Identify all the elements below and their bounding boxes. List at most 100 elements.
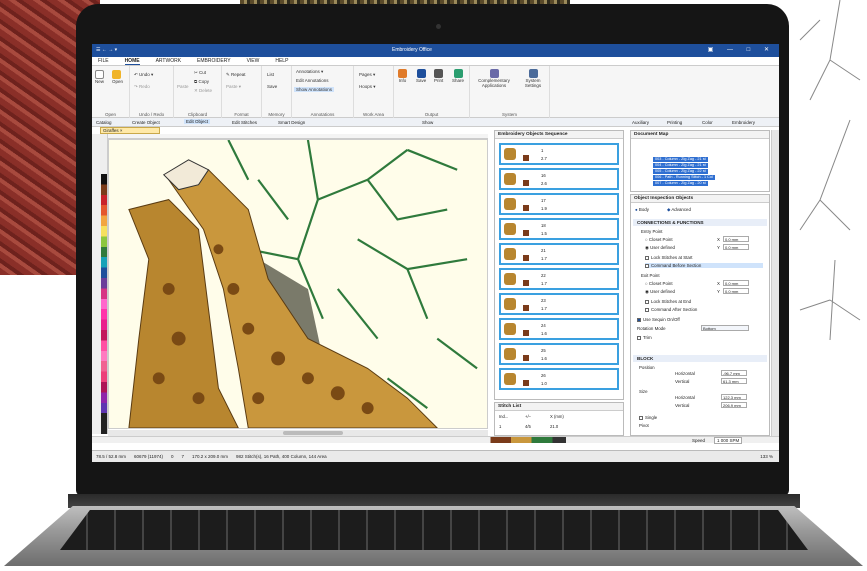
trim-checkbox[interactable]: Trim (637, 335, 652, 340)
printing-button[interactable]: Printing (667, 120, 682, 125)
exit-x-field[interactable]: 0.0 mm (723, 280, 749, 286)
system-settings-button[interactable]: System Settings (520, 69, 546, 88)
sequence-item[interactable]: 21 1.7 (499, 243, 619, 265)
sequence-item[interactable]: 26 1.0 (499, 368, 619, 390)
share-button[interactable]: Share (452, 69, 464, 83)
single-checkbox[interactable]: Single (639, 415, 657, 420)
lock-start-checkbox[interactable]: Lock Stitches at Start (645, 255, 693, 260)
map-item[interactable]: 007 - Column - Zig Zag - 20 st (653, 181, 708, 186)
show-annotations-button[interactable]: Show Annotations (294, 87, 335, 92)
sequence-item[interactable]: 22 1.7 (499, 268, 619, 290)
paste-button[interactable]: Paste (177, 84, 189, 89)
map-item[interactable]: 004 - Column - Zig Zag - 21 st (653, 163, 708, 168)
map-item[interactable]: 005 - Column - Zig Zag - 22 st (653, 169, 708, 174)
stitch-cell-sign[interactable]: 4/5 (525, 424, 531, 429)
tab-home[interactable]: HOME (124, 58, 140, 65)
design-canvas[interactable] (108, 139, 488, 429)
quick-access-toolbar[interactable]: ☰ ← → ▾ (96, 47, 117, 53)
gear-icon (528, 69, 538, 78)
exit-closet-radio[interactable]: ○ Closet Point (645, 281, 673, 286)
rotation-mode-select[interactable]: Bottom (701, 325, 749, 331)
sequence-item[interactable]: 16 2.6 (499, 168, 619, 190)
show-button[interactable]: Show (422, 120, 433, 125)
map-item[interactable]: 006 - Path - Running Stitch - 1 Col (653, 175, 715, 180)
background-branch-sketch (799, 0, 861, 340)
undo-button[interactable]: ↶ Undo ▾ (134, 72, 153, 78)
tab-view[interactable]: VIEW (247, 58, 260, 64)
ribbon-group-open: New Open Open (92, 66, 130, 118)
advanced-tab-label: Advanced (671, 207, 691, 212)
edit-stitches-button[interactable]: Edit Stitches (232, 120, 257, 125)
open-button[interactable]: Open (112, 70, 123, 84)
lock-end-checkbox[interactable]: Lock Stitches at End (645, 299, 691, 304)
window-controls[interactable]: ▣ — □ ✕ (708, 46, 775, 53)
exit-user-radio[interactable]: ◉ User defined (645, 289, 675, 295)
entry-closet-radio[interactable]: ○ Closet Point (645, 237, 673, 242)
cmd-after-checkbox[interactable]: Command After Section (645, 307, 697, 312)
sequence-item[interactable]: 23 1.7 (499, 293, 619, 315)
entry-x-field[interactable]: 0.0 mm (723, 236, 749, 242)
item-value: 1.9 (541, 206, 547, 211)
sequence-item[interactable]: 17 1.9 (499, 193, 619, 215)
exit-y-field[interactable]: 0.0 mm (723, 288, 749, 294)
embroidery-button[interactable]: Embroidery (732, 120, 755, 125)
stitch-list-panel: Stitch List Ind... +/− X (mm) 1 4/5 21.0 (494, 402, 624, 436)
ribbon-group-format: ✎ Repeat Paste ▾ Format (222, 66, 262, 118)
color-swatch-icon (523, 355, 529, 361)
edit-annotations-button[interactable]: Edit Annotations (296, 78, 329, 83)
sequin-checkbox[interactable]: Use Sequin On/Off (637, 317, 680, 322)
tab-embroidery[interactable]: EMBROIDERY (197, 58, 231, 64)
entry-y-field[interactable]: 0.0 mm (723, 244, 749, 250)
cut-button[interactable]: ✂ Cut (194, 70, 206, 76)
entry-user-radio[interactable]: ◉ User defined (645, 245, 675, 251)
tab-file[interactable]: FILE (98, 58, 109, 64)
size-vertical-field[interactable]: 206.9 mm (721, 402, 747, 408)
section-connections[interactable]: CONNECTIONS & FUNCTIONS (633, 219, 767, 226)
section-block[interactable]: BLOCK (633, 355, 767, 362)
repeat-button[interactable]: ✎ Repeat (226, 72, 246, 78)
annotations-button[interactable]: Annotations ▾ (296, 69, 323, 75)
complementary-apps-button[interactable]: Complementary Applications (474, 69, 514, 88)
speed-select[interactable]: 1 000 SPM (714, 437, 743, 444)
tab-help[interactable]: HELP (275, 58, 288, 64)
delete-button[interactable]: ✕ Delete (194, 88, 212, 94)
list-button[interactable]: List (267, 72, 274, 77)
redo-button[interactable]: ↷ Redo (134, 84, 150, 90)
group-label-memory: Memory (268, 112, 285, 117)
stitch-cell-index[interactable]: 1 (499, 424, 501, 429)
color-button[interactable]: Color (702, 120, 713, 125)
cmd-before-checkbox[interactable]: Command Before Section (645, 263, 763, 268)
thread-palette[interactable] (101, 174, 107, 434)
pos-vertical-field[interactable]: 61.3 mm (721, 378, 747, 384)
side-panel-tabs[interactable] (771, 130, 779, 436)
sequence-item[interactable]: 18 1.5 (499, 218, 619, 240)
zoom-level[interactable]: 133 % (760, 454, 773, 459)
print-button[interactable]: Print (434, 69, 443, 83)
new-button[interactable]: New (95, 70, 104, 84)
smart-design-button[interactable]: Smart Design (278, 120, 305, 125)
sequence-item[interactable]: 25 1.6 (499, 343, 619, 365)
edit-object-button[interactable]: Edit Object (184, 119, 211, 124)
document-tab[interactable]: Giraffes × (100, 127, 160, 134)
paste-format-button[interactable]: Paste ▾ (226, 84, 241, 90)
memory-save-button[interactable]: Save (267, 84, 277, 89)
hoops-button[interactable]: Hoops ▾ (359, 84, 376, 90)
size-horizontal-field[interactable]: 122.3 mm (721, 394, 747, 400)
color-sequence-bar[interactable]: Speed 1 000 SPM (92, 436, 779, 444)
inspector-tab-advanced[interactable]: ◆ Advanced (667, 207, 691, 213)
map-item[interactable]: 003 - Column - Zig Zag - 21 st (653, 157, 708, 162)
copy-button[interactable]: ⧉ Copy (194, 79, 209, 84)
sequence-item[interactable]: 24 1.6 (499, 318, 619, 340)
stitch-cell-x[interactable]: 21.0 (550, 424, 558, 429)
inspector-tab-body[interactable]: ● Body (635, 207, 649, 212)
exit-closet-label: Closet Point (648, 281, 673, 286)
tab-artwork[interactable]: ARTWORK (156, 58, 181, 64)
catalog-button[interactable]: Catalog (96, 120, 112, 125)
pages-button[interactable]: Pages ▾ (359, 72, 375, 78)
auxiliary-button[interactable]: Auxiliary (632, 120, 649, 125)
create-object-button[interactable]: Create Object (132, 120, 160, 125)
info-button[interactable]: Info (398, 69, 407, 83)
save-button[interactable]: Save (416, 69, 426, 83)
pos-horizontal-field[interactable]: -96.7 mm (721, 370, 747, 376)
sequence-item[interactable]: 1 2.7 (499, 143, 619, 165)
